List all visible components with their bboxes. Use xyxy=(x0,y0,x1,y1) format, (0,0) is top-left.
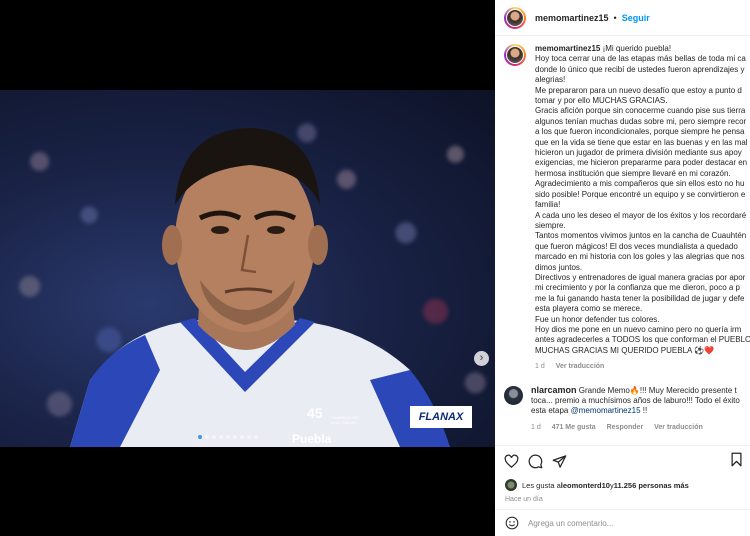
caption-avatar[interactable] xyxy=(504,44,526,66)
likes-prefix: Les gusta a xyxy=(522,480,561,490)
caption-meta: 1 d Ver traducción xyxy=(535,362,750,372)
comment-body: nlarcamon Grande Memo🔥!!! Muy Merecido p… xyxy=(531,385,750,434)
jersey-badge-number: 45 xyxy=(307,405,323,421)
emoji-icon[interactable] xyxy=(505,516,519,530)
comment-icon[interactable] xyxy=(528,454,543,469)
avatar[interactable] xyxy=(505,479,517,491)
caption-line: dimos juntos. xyxy=(535,262,583,272)
caption-line: Fue un honor defender tus colores. xyxy=(535,314,660,324)
caption-line: tomar y por ello MUCHAS GRACIAS. xyxy=(535,96,668,106)
carousel-dot xyxy=(198,435,202,439)
comment-input[interactable]: Agrega un comentario... xyxy=(528,519,613,528)
comment-likes[interactable]: 471 Me gusta xyxy=(552,424,596,431)
comment-text-4: !! xyxy=(640,406,648,416)
likes-user[interactable]: leomonterd10 xyxy=(561,481,610,490)
post-header: memomartinez15 • Seguir xyxy=(495,0,750,36)
caption-line: Hoy toca cerrar una de las etapas más be… xyxy=(535,54,746,64)
post-caption: memomartinez15 ¡Mi querido puebla! Hoy to… xyxy=(495,37,750,373)
comments-section[interactable]: memomartinez15 ¡Mi querido puebla! Hoy to… xyxy=(495,37,750,441)
caption-line: MUCHAS GRACIAS MI QUERIDO PUEBLA ⚽❤️ xyxy=(535,345,715,355)
share-icon[interactable] xyxy=(552,454,567,469)
header-username[interactable]: memomartinez15 xyxy=(535,13,609,23)
caption-username[interactable]: memomartinez15 xyxy=(535,44,600,53)
caption-age: 1 d xyxy=(535,363,545,371)
caption-text-line: ¡Mi querido puebla! xyxy=(602,44,672,53)
caption-body: memomartinez15 ¡Mi querido puebla! Hoy to… xyxy=(535,44,750,373)
bookmark-icon[interactable] xyxy=(729,452,744,467)
caption-translate-link[interactable]: Ver traducción xyxy=(556,363,605,370)
post-side-panel: memomartinez15 • Seguir memomartinez15 ¡… xyxy=(495,0,750,536)
comment-line: esta etapa @memomartinez15 !! xyxy=(531,406,750,416)
caption-line: alegrias! xyxy=(535,75,566,85)
add-comment-bar[interactable]: Agrega un comentario... xyxy=(495,509,750,536)
caption-line: sido posible! Porque encontré un equipo … xyxy=(535,189,746,199)
carousel-dot xyxy=(205,435,209,439)
comment-line: nlarcamon Grande Memo🔥!!! Muy Merecido p… xyxy=(531,385,750,396)
post-timestamp: Hace un día xyxy=(505,496,543,503)
likes-count[interactable]: 11.256 personas más xyxy=(614,481,689,490)
likes-summary: Les gusta a leomonterd10 y 11.256 person… xyxy=(495,470,750,491)
caption-line: A cada uno les deseo el mayor de los éxi… xyxy=(535,210,747,220)
comment-text-1: Grande Memo🔥!!! Muy Merecido presente t xyxy=(578,385,737,395)
caption-line: esta playera como se merece. xyxy=(535,304,643,314)
avatar[interactable] xyxy=(504,6,526,29)
comment-translate-link[interactable]: Ver traducción xyxy=(654,424,703,431)
caption-line: exigencias, me hicieron prepararme para … xyxy=(535,158,748,168)
separator-dot: • xyxy=(613,12,617,23)
chevron-right-icon[interactable]: › xyxy=(474,351,489,366)
caption-line: Gracis afición porque sin conocerme cuan… xyxy=(535,106,746,116)
comment-username[interactable]: nlarcamon xyxy=(531,385,577,395)
caption-line: mi crecimiento y por la confianza que me… xyxy=(535,283,740,293)
caption-line: Agradecimiento a mis compañeros que sin … xyxy=(535,179,745,189)
heart-icon[interactable] xyxy=(504,454,519,469)
follow-button[interactable]: Seguir xyxy=(622,13,650,23)
avatar[interactable] xyxy=(504,385,523,405)
comment-text-2: toca... premio a muchísimos años de labu… xyxy=(531,396,740,405)
carousel-dot xyxy=(254,435,258,439)
caption-line: que fueron mágicos! El dos veces mundial… xyxy=(535,241,738,251)
caption-line: siempre. xyxy=(535,220,566,230)
caption-line: memomartinez15 ¡Mi querido puebla! xyxy=(535,44,750,54)
carousel-dot xyxy=(240,435,244,439)
carousel-dot xyxy=(233,435,237,439)
caption-line: Hoy dios me pone en un nuevo camino pero… xyxy=(535,324,742,334)
comment-mention[interactable]: @memomartinez15 xyxy=(571,406,641,415)
carousel-dot xyxy=(247,435,251,439)
comment-text-3: esta etapa xyxy=(531,406,571,416)
post-media: › 45 CAMPEÓN DE LIGA 1982-83 FLANAX Pueb… xyxy=(0,0,495,536)
carousel-dot xyxy=(212,435,216,439)
post-photo[interactable]: › xyxy=(0,90,495,447)
caption-text: memomartinez15 ¡Mi querido puebla! Hoy to… xyxy=(535,44,750,356)
comment-age: 1 d xyxy=(531,423,541,431)
caption-line: Me prepararon para un nuevo desafío que … xyxy=(535,85,742,95)
action-icons xyxy=(495,446,750,470)
caption-line: antes agradecerles a TODOS los que confo… xyxy=(535,335,750,345)
carousel-dot xyxy=(226,435,230,439)
comment-item: nlarcamon Grande Memo🔥!!! Muy Merecido p… xyxy=(495,373,750,434)
carousel-indicator xyxy=(198,435,258,439)
caption-line: Tantos momentos vivimos juntos en la can… xyxy=(535,231,747,241)
caption-line: Directivos y entrenadores de igual maner… xyxy=(535,272,746,282)
post-actions: Les gusta a leomonterd10 y 11.256 person… xyxy=(495,445,750,535)
comment-meta: 1 d 471 Me gusta Responder Ver traducció… xyxy=(531,423,750,433)
caption-line: hermosa institución que siempre llevaré … xyxy=(535,168,731,178)
player-figure xyxy=(70,128,450,447)
carousel-dot xyxy=(219,435,223,439)
jersey-badge-caption: CAMPEÓN DE LIGA 1982-83 xyxy=(331,415,358,425)
club-wordmark: Puebla xyxy=(292,432,332,446)
caption-line: hicieron un jugador de primera división … xyxy=(535,148,742,158)
caption-line: familia! xyxy=(535,200,561,210)
caption-line: algunos tenían muchas dudas sobre mi, pe… xyxy=(535,116,747,126)
caption-line: que en la vida se tiene que estar en las… xyxy=(535,137,748,147)
caption-line: donde lo único que recibí de ustedes fue… xyxy=(535,64,745,74)
caption-line: marcado en mi historia con los goles y l… xyxy=(535,252,745,262)
reply-button[interactable]: Responder xyxy=(607,424,644,431)
caption-line: a los que fueron incondicionales, porque… xyxy=(535,127,745,137)
sponsor-logo: FLANAX xyxy=(410,406,472,428)
caption-line: me la fui ganando hasta tener la posibil… xyxy=(535,293,745,303)
